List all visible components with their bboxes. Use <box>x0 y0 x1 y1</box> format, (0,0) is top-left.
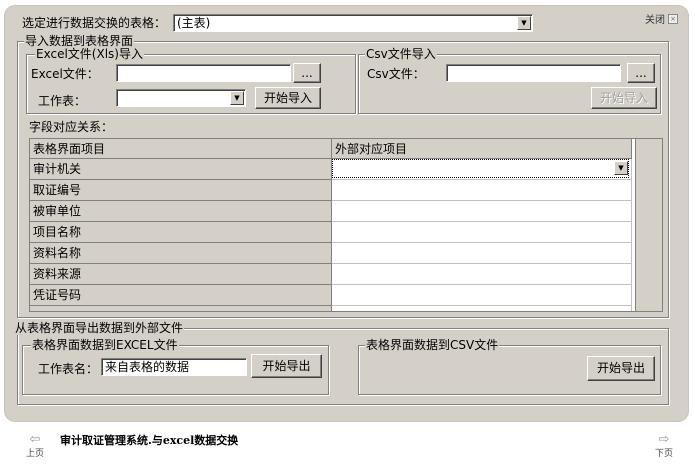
grid-row-label[interactable]: 被审单位 <box>30 201 332 222</box>
excel-export-button[interactable]: 开始导出 <box>251 354 322 378</box>
close-button[interactable]: 关闭 × <box>645 11 678 26</box>
chevron-down-icon[interactable]: ▼ <box>230 91 244 105</box>
csv-export-button[interactable]: 开始导出 <box>587 356 655 381</box>
grid-scrollbar[interactable] <box>635 139 662 311</box>
prev-page-button[interactable]: ⇦ 上页 <box>26 433 44 459</box>
grid-row-value[interactable] <box>332 285 632 306</box>
grid-row-label[interactable]: 取证编号 <box>30 180 332 201</box>
excel-browse-button[interactable]: ... <box>293 63 321 83</box>
table-select-label: 选定进行数据交换的表格： <box>22 16 167 30</box>
chevron-down-icon[interactable]: ▼ <box>614 161 628 175</box>
grid-header-form-item[interactable]: 表格界面项目 <box>30 139 332 159</box>
excel-export-title: 表格界面数据到EXCEL文件 <box>31 338 179 352</box>
chevron-down-icon[interactable]: ▼ <box>517 16 531 30</box>
arrow-left-icon: ⇦ <box>29 432 41 447</box>
footer-caption: 审计取证管理系统.与excel数据交换 <box>60 434 239 447</box>
csv-import-button[interactable]: 开始导入 <box>591 87 657 109</box>
export-sheet-input[interactable]: 来自表格的数据 <box>101 358 247 376</box>
csv-import-title: Csv文件导入 <box>365 47 437 61</box>
import-group-title: 导入数据到表格界面 <box>24 34 135 48</box>
excel-sheet-label: 工作表： <box>38 94 87 108</box>
excel-import-button[interactable]: 开始导入 <box>255 87 321 109</box>
next-page-label: 下页 <box>655 449 674 459</box>
excel-file-input[interactable] <box>116 64 291 82</box>
grid-row-value[interactable] <box>332 201 632 222</box>
close-icon: × <box>668 13 678 24</box>
grid-row-value <box>332 306 632 311</box>
grid-cell-focus <box>332 159 629 178</box>
grid-row-value[interactable] <box>332 222 632 243</box>
grid-header-external-item[interactable]: 外部对应项目 <box>332 139 632 159</box>
table-select[interactable]: (主表) ▼ <box>173 14 533 32</box>
arrow-right-icon: ⇨ <box>658 432 670 447</box>
field-mapping-label: 字段对应关系： <box>29 120 114 134</box>
grid-row-value[interactable] <box>332 264 632 285</box>
table-select-value: (主表) <box>177 16 211 30</box>
grid-row-partial <box>30 306 332 311</box>
csv-file-label: Csv文件： <box>367 67 425 81</box>
grid-row-value[interactable] <box>332 243 632 264</box>
grid-row-label[interactable]: 资料来源 <box>30 264 332 285</box>
csv-file-input[interactable] <box>446 64 621 82</box>
excel-sheet-select[interactable]: ▼ <box>116 89 246 107</box>
grid-row-label[interactable]: 审计机关 <box>30 159 332 180</box>
grid-row-label[interactable]: 资料名称 <box>30 243 332 264</box>
prev-page-label: 上页 <box>26 449 45 459</box>
grid-row-label[interactable]: 凭证号码 <box>30 285 332 306</box>
export-group-title: 从表格界面导出数据到外部文件 <box>14 321 185 335</box>
excel-import-title: Excel文件(Xls)导入 <box>35 47 144 61</box>
export-sheet-value: 来自表格的数据 <box>105 360 190 374</box>
csv-export-title: 表格界面数据到CSV文件 <box>365 338 500 352</box>
field-mapping-grid[interactable]: 表格界面项目 外部对应项目 审计机关 ▼ 取证编号 被审单位 项目名称 资料名称… <box>29 138 663 312</box>
excel-file-label: Excel文件： <box>31 67 99 81</box>
export-sheet-label: 工作表名： <box>38 362 99 376</box>
close-label: 关闭 <box>645 15 665 26</box>
next-page-button[interactable]: ⇨ 下页 <box>655 433 673 459</box>
csv-browse-button[interactable]: ... <box>627 63 655 83</box>
grid-row-value-select[interactable]: ▼ <box>332 159 632 180</box>
data-exchange-dialog: 选定进行数据交换的表格： (主表) ▼ 关闭 × 导入数据到表格界面 Excel… <box>5 6 688 421</box>
grid-row-label[interactable]: 项目名称 <box>30 222 332 243</box>
grid-row-value[interactable] <box>332 180 632 201</box>
